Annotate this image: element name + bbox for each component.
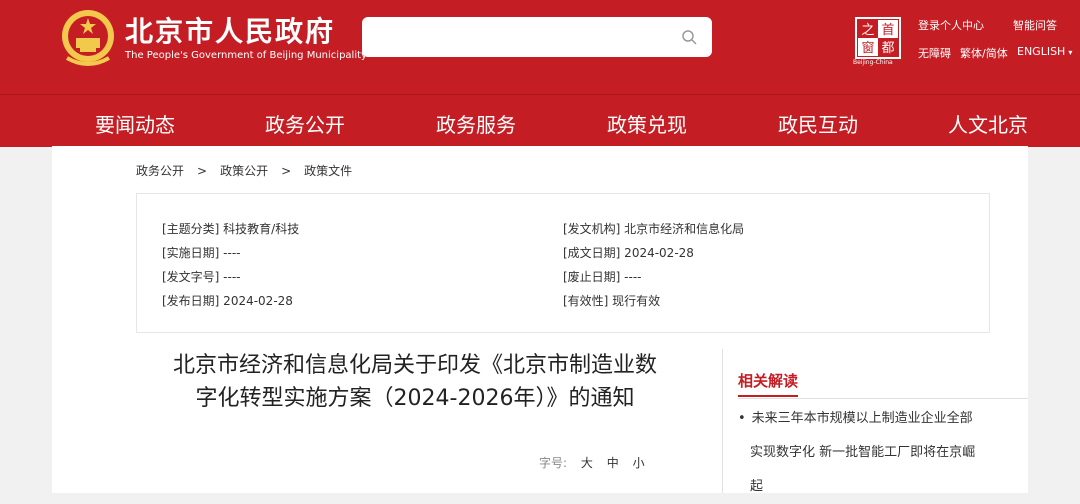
seal-char: 窗 (861, 40, 874, 56)
info-abolish-date: [废止日期] ---- (563, 270, 642, 284)
breadcrumb-item[interactable]: 政务公开 (136, 164, 184, 178)
font-size-small[interactable]: 小 (633, 456, 645, 470)
content-area: 政务公开 > 政策公开 > 政策文件 [主题分类] 科技教育/科技 [发文机构] 北京市… (52, 146, 1028, 494)
seal-char: 首 (881, 23, 894, 38)
bullet-icon: • (738, 411, 746, 426)
related-underline (738, 398, 1028, 399)
info-effective-date: [实施日期] ---- (162, 246, 241, 260)
info-created-date: [成文日期] 2024-02-28 (563, 246, 694, 260)
seal-caption: Beijing-China (853, 59, 893, 66)
font-size-medium[interactable]: 中 (607, 456, 619, 470)
breadcrumb-item[interactable]: 政策公开 (220, 164, 268, 178)
nav-item-interaction[interactable]: 政民互动 (778, 109, 858, 138)
seal-char: 之 (861, 23, 874, 38)
search-input[interactable] (362, 17, 712, 57)
site-title[interactable]: 北京市人民政府 (125, 10, 335, 50)
font-size-large[interactable]: 大 (581, 456, 593, 470)
breadcrumb: 政务公开 > 政策公开 > 政策文件 (136, 162, 352, 179)
info-validity: [有效性] 现行有效 (563, 294, 661, 308)
breadcrumb-separator: > (281, 164, 292, 178)
search-icon[interactable] (681, 29, 697, 45)
breadcrumb-item[interactable]: 政策文件 (304, 164, 352, 178)
doc-info-box: [主题分类] 科技教育/科技 [发文机构] 北京市经济和信息化局 [实施日期] … (136, 193, 990, 333)
title-line: 北京市经济和信息化局关于印发《北京市制造业数 (172, 353, 657, 378)
info-publish-date: [发布日期] 2024-02-28 (162, 294, 293, 308)
site-header: 北京市人民政府 The People's Government of Beiji… (0, 0, 1080, 94)
nav-item-culture[interactable]: 人文北京 (948, 109, 1028, 138)
document-title: 北京市经济和信息化局关于印发《北京市制造业数 字化转型实施方案（2024-202… (140, 349, 690, 415)
login-link[interactable]: 登录个人中心 (918, 17, 984, 33)
nav-item-services[interactable]: 政务服务 (436, 109, 516, 138)
related-heading: 相关解读 (738, 370, 799, 397)
nav-item-news[interactable]: 要闻动态 (95, 109, 175, 138)
site-subtitle: The People's Government of Beijing Munic… (125, 50, 367, 61)
language-label: ENGLISH (1017, 45, 1066, 58)
column-divider (722, 349, 723, 493)
nav-item-policy[interactable]: 政策兑现 (607, 109, 687, 138)
info-issuer: [发文机构] 北京市经济和信息化局 (563, 222, 745, 236)
related-item-line: 起 (750, 479, 764, 494)
caret-down-icon: ▾ (1068, 48, 1073, 57)
info-category: [主题分类] 科技教育/科技 (162, 222, 300, 236)
font-size-control: 字号: 大 中 小 (539, 454, 645, 471)
capital-window-seal-icon[interactable]: 首 都 之 窗 (855, 17, 901, 65)
title-line: 字化转型实施方案（2024-2026年）》的通知 (195, 386, 635, 411)
smart-qa-link[interactable]: 智能问答 (1013, 17, 1057, 33)
national-emblem-icon[interactable] (59, 8, 117, 68)
font-size-label: 字号: (539, 456, 568, 470)
accessibility-link[interactable]: 无障碍 (918, 45, 951, 61)
main-nav: 要闻动态 政务公开 政务服务 政策兑现 政民互动 人文北京 (0, 94, 1080, 147)
related-item-line: 实现数字化 新一批智能工厂即将在京崛 (750, 445, 976, 460)
trad-simp-link[interactable]: 繁体/简体 (960, 45, 1008, 61)
nav-item-gov-affairs[interactable]: 政务公开 (265, 109, 345, 138)
related-item-line: 未来三年本市规模以上制造业企业全部 (751, 411, 973, 426)
related-item[interactable]: • 未来三年本市规模以上制造业企业全部 实现数字化 新一批智能工厂即将在京崛 起 (738, 402, 998, 504)
info-doc-number: [发文字号] ---- (162, 270, 241, 284)
breadcrumb-separator: > (197, 164, 208, 178)
language-selector[interactable]: ENGLISH ▾ (1017, 45, 1072, 58)
seal-char: 都 (881, 41, 894, 56)
